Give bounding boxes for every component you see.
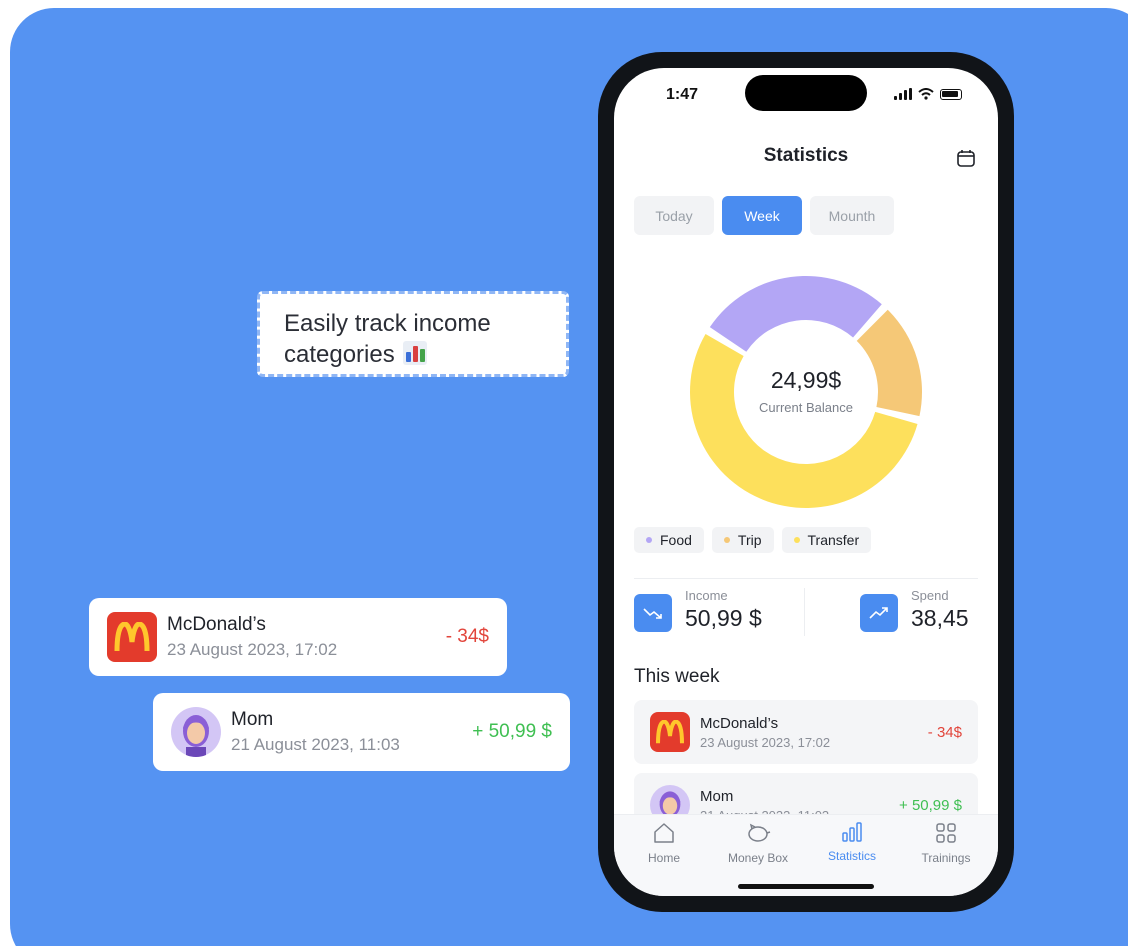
legend: Food Trip Transfer xyxy=(634,527,872,553)
transaction-name: McDonald’s xyxy=(167,614,266,635)
status-time: 1:47 xyxy=(666,86,699,103)
calendar-icon[interactable] xyxy=(956,148,976,168)
tabbar-home[interactable]: Home xyxy=(624,821,704,865)
mcdonalds-logo-icon xyxy=(650,712,690,752)
balance-value: 24,99$ xyxy=(770,367,842,393)
divider-vertical xyxy=(804,588,805,636)
status-icons xyxy=(894,88,962,100)
spend-label: Spend xyxy=(911,588,949,603)
transaction-amount: + 50,99 $ xyxy=(472,721,552,742)
callout-line-2: categories xyxy=(284,341,395,368)
income-summary: Income 50,99 $ xyxy=(634,588,762,632)
wifi-icon xyxy=(918,88,934,100)
legend-transfer[interactable]: Transfer xyxy=(781,527,872,553)
float-transaction-mom[interactable]: Mom 21 August 2023, 11:03 + 50,99 $ xyxy=(153,693,570,771)
transaction-amount: + 50,99 $ xyxy=(899,796,962,814)
divider xyxy=(634,578,978,579)
section-title: This week xyxy=(634,666,720,687)
dynamic-island xyxy=(745,75,867,111)
transaction-date: 23 August 2023, 17:02 xyxy=(167,640,338,659)
signal-icon xyxy=(894,88,912,100)
transaction-date: 23 August 2023, 17:02 xyxy=(700,734,831,750)
home-icon xyxy=(654,823,674,843)
float-transaction-mcdonalds[interactable]: McDonald’s 23 August 2023, 17:02 - 34$ xyxy=(89,598,507,676)
tabbar-trainings[interactable]: Trainings xyxy=(906,821,986,865)
tabbar-label: Home xyxy=(647,851,680,865)
legend-trip[interactable]: Trip xyxy=(711,527,774,553)
income-value: 50,99 $ xyxy=(685,605,762,631)
transaction-name: McDonald’s xyxy=(700,714,779,732)
tab-week[interactable]: Week xyxy=(722,196,802,235)
tabbar-money-box[interactable]: Money Box xyxy=(718,821,798,865)
period-tabs: Today Week Mounth xyxy=(634,196,894,235)
tabbar-statistics[interactable]: Statistics xyxy=(812,821,892,863)
legend-dot xyxy=(646,537,652,543)
tabbar-label: Money Box xyxy=(727,851,789,865)
income-label: Income xyxy=(685,588,728,603)
battery-icon xyxy=(940,88,962,100)
phone-frame: 1:47 Statistics Today Week Mounth 24,99$… xyxy=(598,52,1014,912)
piggy-bank-icon xyxy=(748,823,771,842)
legend-dot xyxy=(793,537,800,543)
grid-icon xyxy=(936,823,956,843)
spend-value: 38,45 xyxy=(911,605,969,631)
balance-label: Current Balance xyxy=(759,400,853,415)
callout-line-2-row: categories xyxy=(284,339,542,370)
legend-label: Transfer xyxy=(807,532,860,548)
page-title: Statistics xyxy=(763,145,849,166)
legend-dot xyxy=(723,537,730,543)
list-item[interactable]: McDonald’s 23 August 2023, 17:02 - 34$ xyxy=(634,700,978,764)
trend-down-icon xyxy=(634,594,672,632)
tab-today[interactable]: Today xyxy=(634,196,714,235)
trend-up-icon xyxy=(860,594,898,632)
mcdonalds-logo-icon xyxy=(107,612,157,662)
transaction-name: Mom xyxy=(231,709,274,730)
tab-mounth[interactable]: Mounth xyxy=(810,196,894,235)
home-indicator xyxy=(738,884,874,889)
transaction-date: 21 August 2023, 11:03 xyxy=(231,735,400,754)
phone-screen: 1:47 Statistics Today Week Mounth 24,99$… xyxy=(614,68,998,896)
feature-callout: Easily track income categories xyxy=(257,291,569,377)
tabbar-label: Trainings xyxy=(921,851,971,865)
legend-label: Trip xyxy=(737,532,762,548)
legend-food[interactable]: Food xyxy=(634,527,704,553)
legend-label: Food xyxy=(660,532,692,548)
avatar-icon xyxy=(183,715,209,757)
transaction-amount: - 34$ xyxy=(445,626,489,647)
avatar xyxy=(171,707,221,757)
donut-segment-food xyxy=(709,276,882,352)
transaction-name: Mom xyxy=(700,787,734,805)
statistics-icon xyxy=(842,822,862,842)
tabbar-label: Statistics xyxy=(827,849,876,863)
bar-chart-emoji-icon xyxy=(402,341,427,365)
callout-line-1: Easily track income xyxy=(284,310,491,337)
transaction-amount: - 34$ xyxy=(927,723,962,741)
spend-summary: Spend 38,45 xyxy=(860,588,969,632)
